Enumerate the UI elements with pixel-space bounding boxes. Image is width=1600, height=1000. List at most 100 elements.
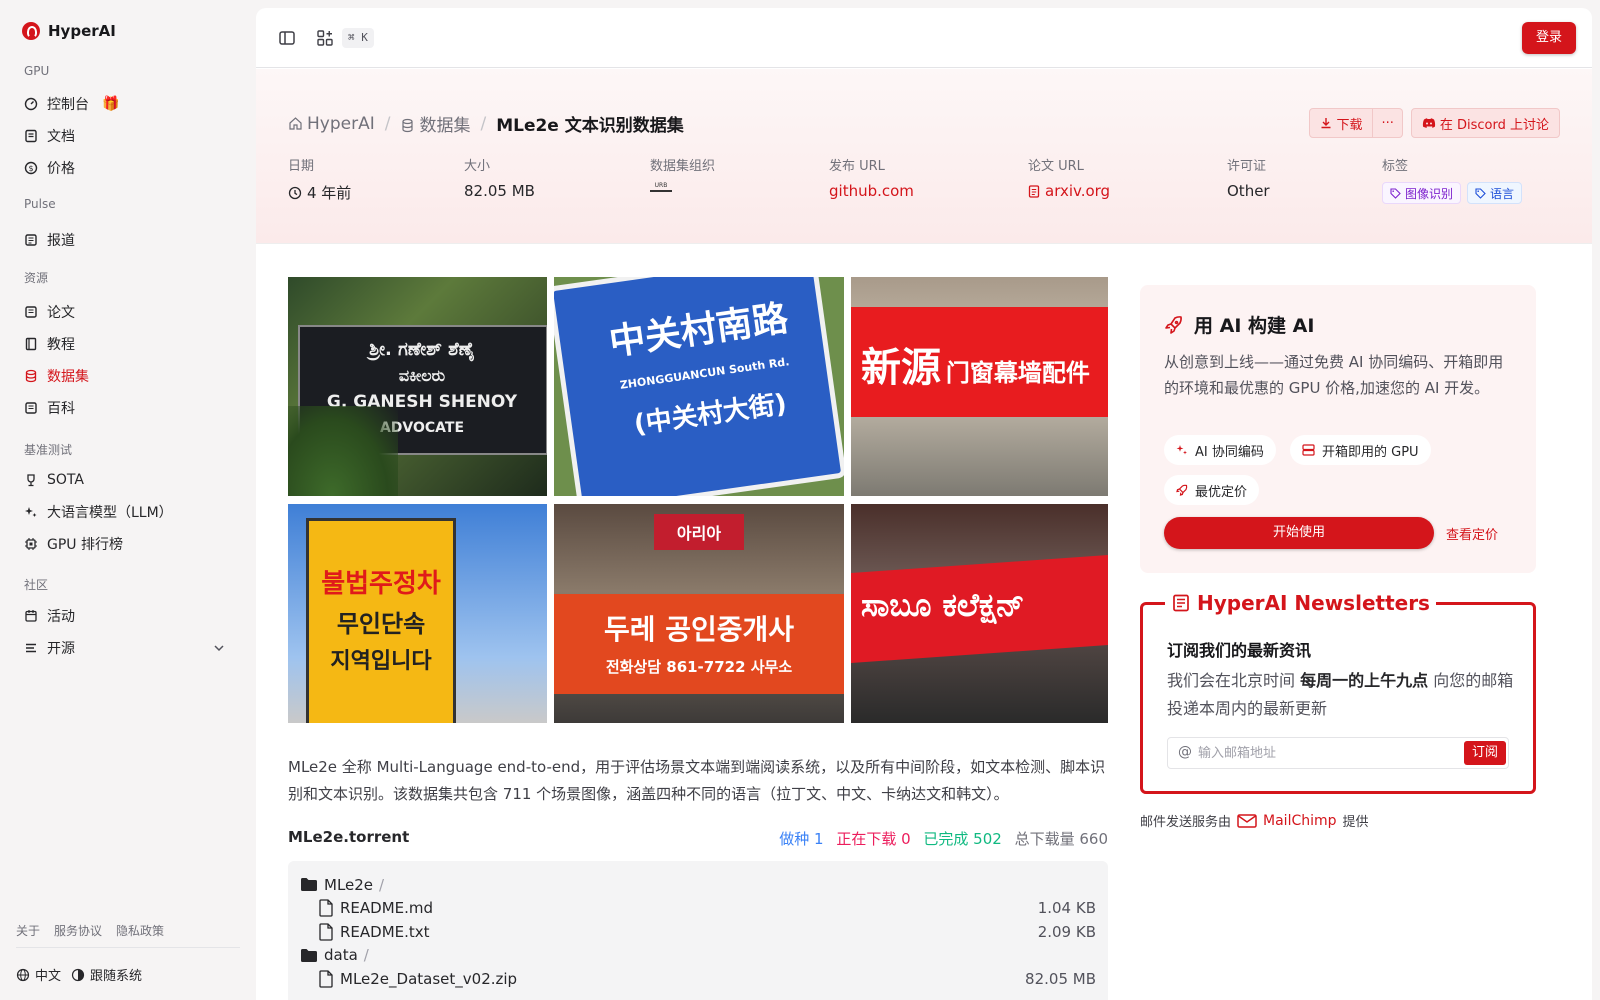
- theme-switcher[interactable]: 跟随系统: [71, 965, 142, 984]
- file-icon: [319, 970, 333, 988]
- email-field[interactable]: [1198, 742, 1448, 764]
- sidebar-item-llm[interactable]: 大语言模型（LLM）: [16, 497, 240, 527]
- chip-label: AI 协同编码: [1195, 444, 1264, 460]
- meta-label: 日期: [288, 159, 315, 174]
- file-icon: [319, 899, 333, 917]
- dataset-header: HyperAI / 数据集 / MLe2e 文本识别数据集 下载 ··· 在 D…: [256, 69, 1592, 244]
- tag-image-recognition[interactable]: 图像识别: [1382, 182, 1462, 204]
- folder-icon: [301, 948, 317, 962]
- get-started-button[interactable]: 开始使用: [1164, 517, 1434, 549]
- meta-tags: 标签 图像识别 语言: [1382, 155, 1528, 204]
- folder-name: MLe2e: [324, 875, 374, 894]
- torrent-stats: 做种 1 正在下载 0 已完成 502 总下载量 660: [771, 828, 1108, 849]
- more-options-button[interactable]: ···: [1373, 108, 1403, 138]
- login-button[interactable]: 登录: [1521, 22, 1576, 54]
- file-row[interactable]: README.txt 2.09 KB: [300, 920, 1096, 944]
- torrent-header: MLe2e.torrent 做种 1 正在下载 0 已完成 502 总下载量 6…: [288, 828, 1108, 849]
- sidebar-item-tutorials[interactable]: 教程: [16, 329, 240, 359]
- file-icon: [1028, 184, 1040, 198]
- tag-label: 语言: [1490, 186, 1515, 201]
- about-link[interactable]: 关于: [16, 922, 40, 939]
- sidebar-item-gpu-leaderboard[interactable]: GPU 排行榜: [16, 529, 240, 559]
- sidebar-item-label: 文档: [47, 129, 75, 145]
- newsletter-legend-text: HyperAI Newsletters: [1197, 591, 1430, 615]
- sign-text: 두레 공인중개사: [603, 613, 795, 646]
- file-row[interactable]: README.md 1.04 KB: [300, 897, 1096, 921]
- folder-row[interactable]: MLe2e /: [300, 873, 1096, 897]
- sign-text: 아리아: [676, 524, 722, 543]
- email-field-wrapper: @ 订阅: [1167, 737, 1509, 769]
- sidebar-item-docs[interactable]: 文档: [16, 121, 240, 151]
- language-switcher[interactable]: 中文: [16, 965, 61, 984]
- chevron-down-icon[interactable]: [212, 641, 226, 655]
- sidebar-item-console[interactable]: 控制台 🎁: [16, 89, 240, 119]
- meta-value: 4 年前: [288, 182, 351, 203]
- file-name: README.txt: [340, 922, 430, 941]
- home-icon: [289, 116, 302, 130]
- at-sign-icon: @: [1178, 744, 1192, 760]
- dataset-description: MLe2e 全称 Multi-Language end-to-end，用于评估场…: [288, 758, 1106, 803]
- size-value: 82.05 MB: [464, 182, 535, 200]
- newspaper-icon: [1173, 594, 1189, 612]
- tag-icon: [1390, 187, 1401, 199]
- sidebar-item-wiki[interactable]: 百科: [16, 393, 240, 423]
- sidebar-item-sota[interactable]: SOTA: [16, 465, 240, 495]
- folder-row[interactable]: data /: [300, 944, 1096, 968]
- file-row[interactable]: MLe2e_Dataset_v02.zip 82.05 MB: [300, 967, 1096, 991]
- promo-title-text: 用 AI 构建 AI: [1194, 315, 1315, 337]
- chip-icon: [24, 537, 38, 551]
- trophy-icon: [24, 473, 38, 487]
- organization-logo: URB: [650, 182, 672, 192]
- sidebar-item-label: 价格: [47, 161, 75, 177]
- mailchimp-post: 提供: [1342, 815, 1369, 830]
- release-url-link[interactable]: github.com: [829, 182, 914, 200]
- brand-link[interactable]: HyperAI: [22, 22, 116, 40]
- meta-label: 论文 URL: [1028, 159, 1084, 174]
- org-value[interactable]: URB: [650, 182, 715, 192]
- sidebar-item-papers[interactable]: 论文: [16, 297, 240, 327]
- view-pricing-link[interactable]: 查看定价: [1446, 524, 1498, 543]
- command-shortcut[interactable]: ⌘ K: [342, 28, 374, 48]
- folder-slash: /: [379, 875, 385, 894]
- seeding-count: 做种 1: [779, 830, 824, 848]
- folder-icon: [301, 878, 317, 892]
- license-value: Other: [1227, 182, 1270, 200]
- download-button[interactable]: 下载: [1309, 108, 1374, 138]
- chip-pricing: 最优定价: [1164, 475, 1260, 505]
- tag-label: 图像识别: [1405, 186, 1454, 201]
- sidebar-item-pricing[interactable]: $ 价格: [16, 153, 240, 183]
- sidebar-item-events[interactable]: 活动: [16, 601, 240, 631]
- mailchimp-link[interactable]: MailChimp: [1237, 813, 1337, 829]
- meta-label: 发布 URL: [829, 159, 885, 174]
- sign-text: ಶ್ರೀ. ಗಣೇಶ್ ಶೆಣೈ: [369, 339, 475, 360]
- sidebar-item-label: 开源: [47, 641, 75, 657]
- apps-grid-icon[interactable]: [316, 29, 334, 47]
- breadcrumb-datasets-label: 数据集: [419, 116, 471, 136]
- sidebar-item-open-source[interactable]: 开源: [16, 633, 240, 663]
- clock-icon: [288, 186, 302, 199]
- file-size: 2.09 KB: [1037, 922, 1096, 941]
- meta-label: 大小: [464, 159, 491, 174]
- subscribe-button[interactable]: 订阅: [1463, 741, 1506, 765]
- sidebar-toggle-icon[interactable]: [278, 29, 296, 47]
- sidebar-item-label: 数据集: [47, 369, 89, 385]
- breadcrumb-home[interactable]: HyperAI: [288, 114, 375, 134]
- chip-label: 最优定价: [1195, 484, 1248, 500]
- svg-text:$: $: [28, 164, 33, 173]
- breadcrumb-datasets[interactable]: 数据集: [400, 111, 470, 136]
- footer-links: 关于 服务协议 隐私政策: [16, 922, 164, 939]
- footer-settings: 中文 跟随系统: [16, 965, 142, 984]
- paper-url-link[interactable]: arxiv.org: [1028, 182, 1110, 200]
- discord-button[interactable]: 在 Discord 上讨论: [1410, 108, 1560, 138]
- sidebar-item-datasets[interactable]: 数据集: [16, 361, 240, 391]
- download-icon: [1321, 118, 1331, 129]
- sidebar-item-label: SOTA: [47, 472, 84, 488]
- list-icon: [24, 641, 38, 655]
- newsletter-body-pre: 我们会在北京时间: [1167, 671, 1301, 690]
- database-icon: [24, 369, 38, 383]
- sidebar-item-news[interactable]: 报道: [16, 225, 240, 255]
- privacy-link[interactable]: 隐私政策: [116, 922, 164, 939]
- terms-link[interactable]: 服务协议: [54, 922, 102, 939]
- tag-language[interactable]: 语言: [1467, 182, 1523, 204]
- download-group: 下载 ···: [1309, 108, 1403, 138]
